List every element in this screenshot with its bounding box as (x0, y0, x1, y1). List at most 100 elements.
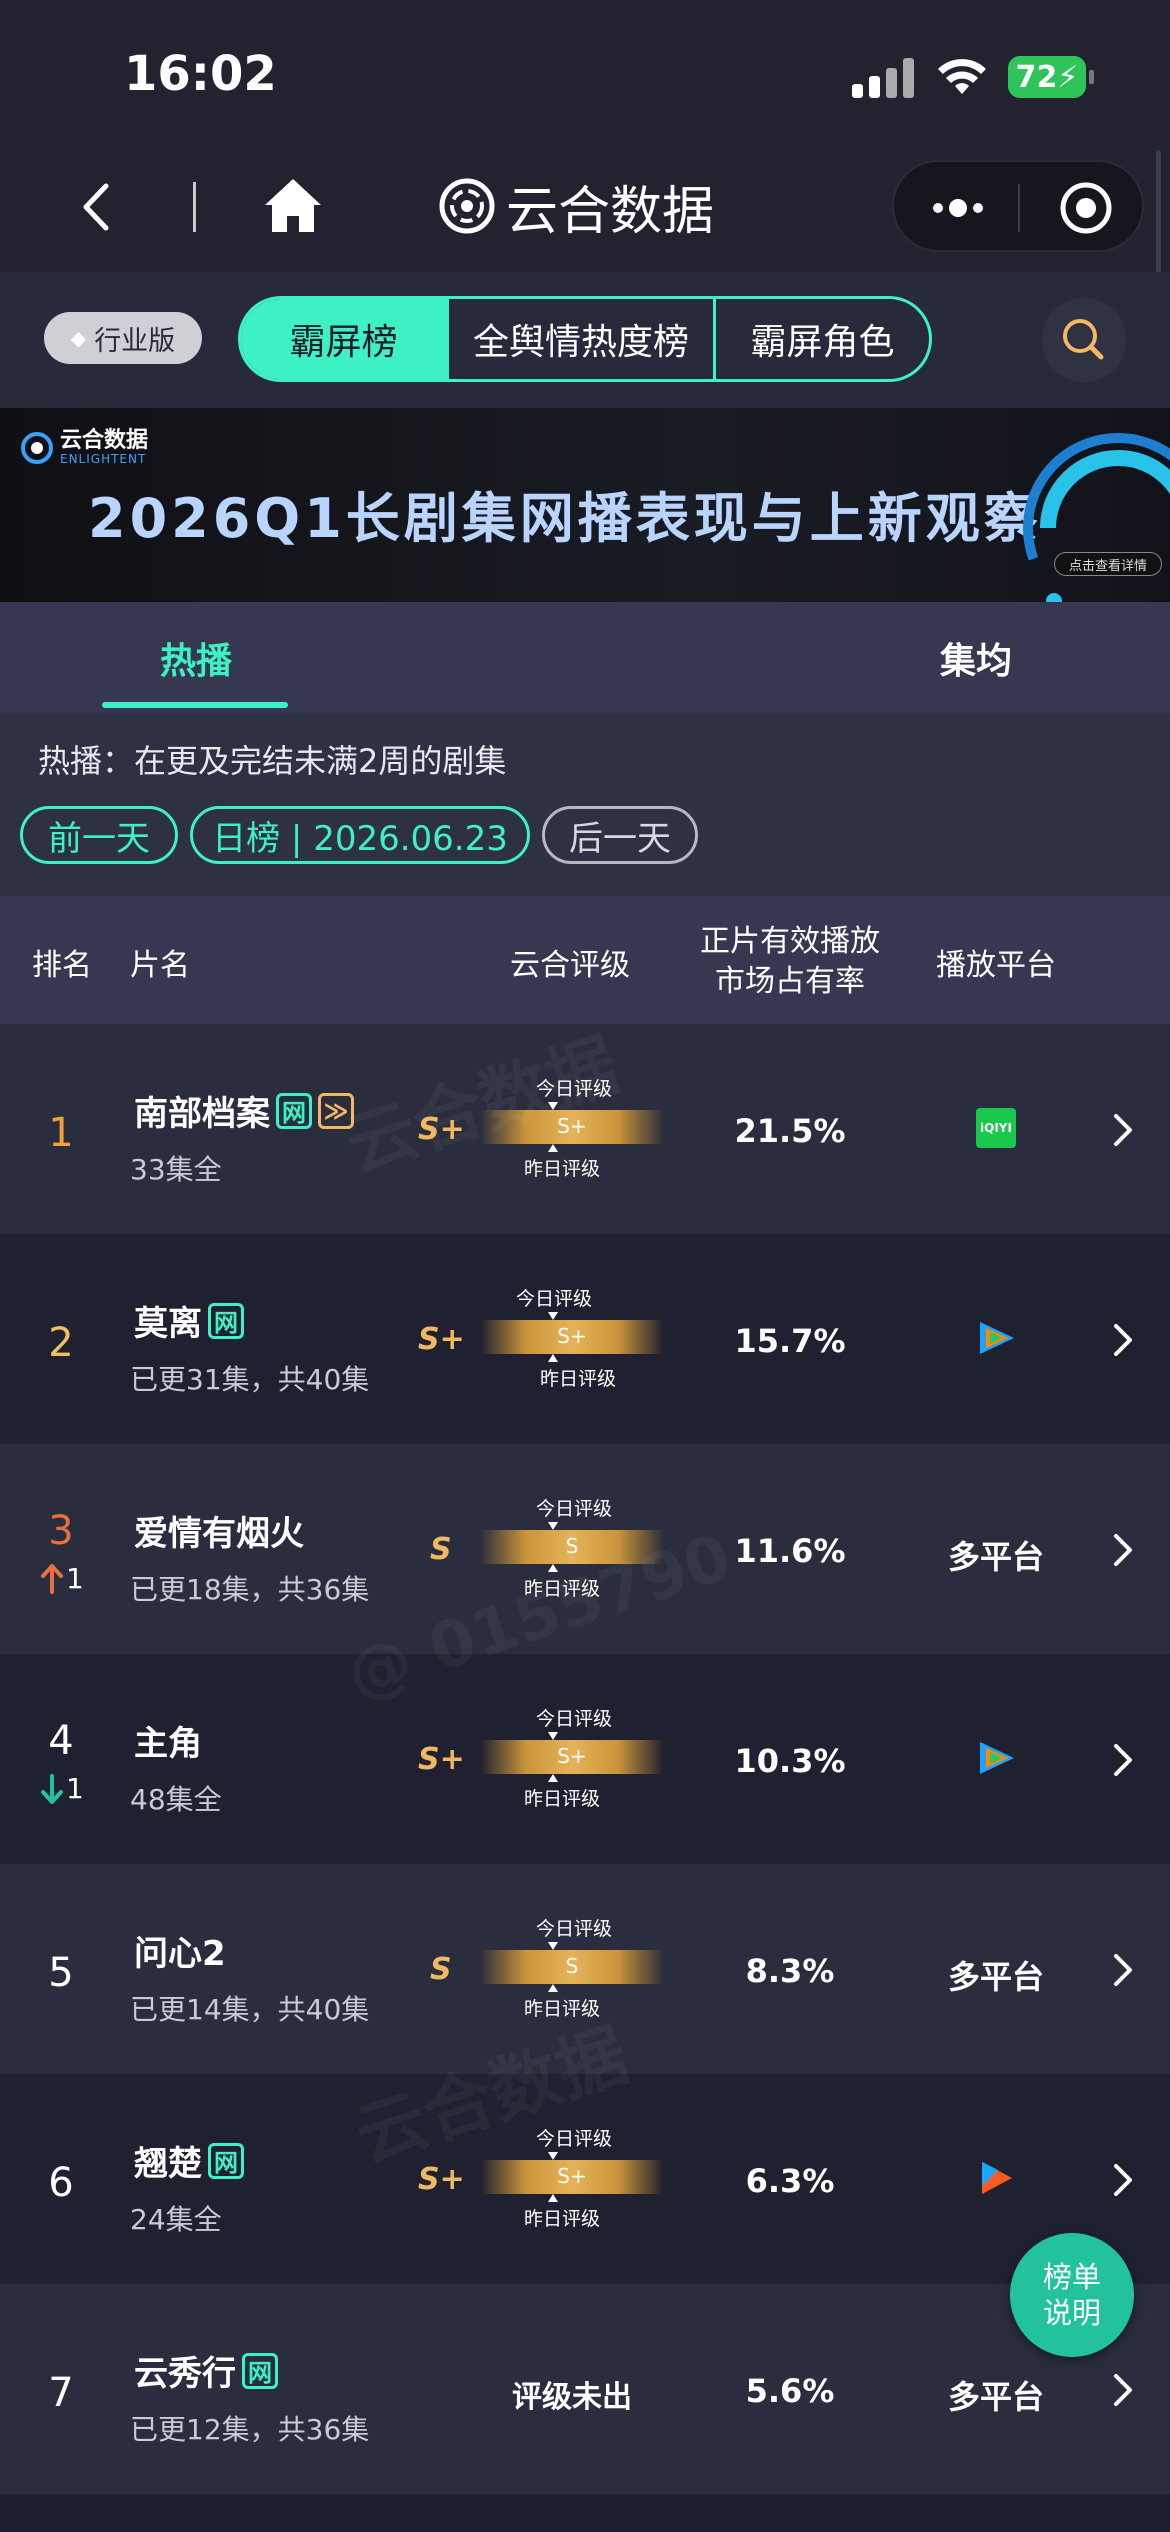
back-icon[interactable] (76, 182, 120, 232)
column-platform: 播放平台 (936, 948, 1056, 983)
episode-info: 已更14集，共40集 (130, 1993, 370, 2026)
nav-bar: 云合数据 (0, 140, 1170, 272)
wifi-icon (938, 59, 986, 94)
web-series-badge: 网 (208, 2142, 244, 2179)
column-share-line1: 正片有效播放 (700, 924, 880, 959)
list-explanation-button[interactable]: 榜单 说明 (1010, 2233, 1134, 2357)
drama-title[interactable]: 翘楚网 (134, 2136, 244, 2185)
platform-multi: 多平台 (947, 2378, 1044, 2416)
gauge-today-label: 今日评级 (536, 1498, 613, 1520)
today-marker (548, 1102, 558, 1110)
gauge-yesterday-label: 昨日评级 (540, 1368, 617, 1390)
drama-title[interactable]: 莫离网 (134, 1296, 244, 1345)
home-icon[interactable] (262, 176, 324, 234)
column-title: 片名 (130, 948, 190, 983)
banner-detail-tag[interactable]: 点击查看详情 (1054, 552, 1162, 576)
episode-info: 已更18集，共36集 (130, 1573, 370, 1606)
gauge-yesterday-label: 昨日评级 (524, 1788, 601, 1810)
column-share: 正片有效播放 市场占有率 (700, 922, 880, 1002)
drama-title-text: 问心2 (134, 1934, 226, 1974)
ranking-tabs-row: ◆ 行业版 霸屏榜 全舆情热度榜 霸屏角色 (0, 272, 1170, 408)
close-target-icon[interactable] (1058, 180, 1114, 236)
episode-info: 48集全 (130, 1783, 222, 1816)
fab-line2: 说明 (1042, 2296, 1101, 2330)
rank-change: 1 (40, 1772, 100, 1805)
row-rank: 2 (48, 1320, 74, 1366)
banner-logo-en: ENLIGHTENT (60, 452, 147, 466)
banner-logo: 云合数据 ENLIGHTENT (20, 430, 148, 466)
drama-title[interactable]: 云秀行网 (134, 2346, 278, 2395)
chevron-right-icon[interactable] (1110, 1742, 1136, 1778)
battery-level: 72 (1015, 59, 1058, 95)
drama-title[interactable]: 问心2 (134, 1926, 226, 1975)
drama-title-text: 云秀行 (134, 2354, 236, 2394)
rank-change: 1 (40, 1562, 100, 1595)
yunhe-grade: S (430, 1952, 452, 1987)
chevron-right-icon[interactable] (1110, 1532, 1136, 1568)
table-row[interactable]: 3 1 爱情有烟火 已更18集，共36集 S 今日评级 S 昨日评级 11.6% 多平… (0, 1444, 1170, 1654)
grade-gauge: 今日评级 S 昨日评级 (480, 1494, 664, 1604)
chevron-right-icon[interactable] (1110, 1322, 1136, 1358)
gauge-today-label: 今日评级 (536, 1708, 613, 1730)
web-series-badge: 网 (276, 1092, 312, 1129)
banner-logo-icon (21, 432, 53, 464)
drama-title-text: 莫离 (134, 1304, 202, 1344)
yesterday-marker (548, 2194, 558, 2202)
chevron-right-icon[interactable] (1110, 1952, 1136, 1988)
yunhe-grade: S+ (418, 1112, 465, 1147)
tab-per-episode[interactable]: 集均 (940, 632, 1012, 684)
table-row[interactable]: 2 莫离网已更31集，共40集 S+ 今日评级 S+ 昨日评级 15.7% (0, 1234, 1170, 1444)
yesterday-marker (548, 1564, 558, 1572)
table-row[interactable]: 1 南部档案网 ≫ 33集全 S+ 今日评级 S+ 昨日评级 21.5% iQIYI (0, 1024, 1170, 1234)
table-row[interactable]: 7 云秀行网已更12集，共36集 评级未出 5.6% 多平台 (0, 2284, 1170, 2494)
table-row[interactable]: 6 翘楚网 24集全 S+ 今日评级 S+ 昨日评级 6.3% (0, 2074, 1170, 2284)
gauge-today-label: 今日评级 (536, 1918, 613, 1940)
chevron-right-icon[interactable] (1110, 2372, 1136, 2408)
search-button[interactable] (1042, 298, 1126, 382)
industry-edition-label: 行业版 (94, 325, 176, 357)
next-day-button[interactable]: 后一天 (542, 806, 698, 864)
tab-sentiment-heat[interactable]: 全舆情热度榜 (449, 299, 716, 379)
row-rank: 4 (48, 1718, 74, 1764)
diamond-icon: ◆ (70, 326, 87, 350)
mini-program-capsule (892, 160, 1144, 252)
gauge-grade: S+ (557, 1114, 587, 1138)
tab-hot[interactable]: 热播 (160, 632, 232, 684)
drama-title-text: 翘楚 (134, 2144, 202, 2184)
banner-title: 2026Q1长剧集网播表现与上新观察 (88, 487, 1042, 550)
tab-bapinbang[interactable]: 霸屏榜 (241, 299, 449, 379)
market-share: 15.7% (734, 1322, 846, 1360)
iqiyi-icon: iQIYI (976, 1108, 1016, 1148)
drama-title[interactable]: 爱情有烟火 (134, 1506, 304, 1555)
status-bar: 16:02 72 ⚡ (0, 0, 1170, 140)
platform-multi: 多平台 (947, 1958, 1044, 1996)
gauge-yesterday-label: 昨日评级 (524, 1578, 601, 1600)
arrow-up-icon (41, 1563, 63, 1594)
episode-info: 33集全 (130, 1153, 222, 1186)
date-selector[interactable]: 日榜 | 2026.06.23 (190, 806, 530, 864)
row-rank: 5 (48, 1950, 74, 1996)
gauge-grade: S+ (557, 1744, 587, 1768)
market-share: 6.3% (745, 2162, 835, 2200)
yunhe-grade: S+ (418, 2162, 465, 2197)
yunhe-grade: S+ (418, 1322, 465, 1357)
row-rank: 6 (48, 2160, 74, 2206)
status-time: 16:02 (124, 46, 277, 102)
market-share: 5.6% (745, 2372, 835, 2410)
drama-title[interactable]: 主角 (134, 1716, 202, 1765)
table-row[interactable]: 5 问心2 已更14集，共40集 S 今日评级 S 昨日评级 8.3% 多平台 (0, 1864, 1170, 2074)
chevron-right-icon[interactable] (1110, 2162, 1136, 2198)
drama-title-text: 南部档案 (134, 1094, 270, 1134)
column-grade: 云合评级 (510, 948, 630, 983)
table-row[interactable]: 4 1 主角 48集全 S+ 今日评级 S+ 昨日评级 10.3% (0, 1654, 1170, 1864)
industry-edition-badge[interactable]: ◆ 行业版 (44, 312, 202, 364)
drama-title[interactable]: 南部档案网 ≫ (134, 1086, 354, 1135)
today-marker (548, 1312, 558, 1320)
prev-day-button[interactable]: 前一天 (20, 806, 178, 864)
tab-dominant-roles[interactable]: 霸屏角色 (716, 299, 929, 379)
promo-banner[interactable]: 云合数据 ENLIGHTENT 2026Q1长剧集网播表现与上新观察 点击查看详… (0, 408, 1170, 602)
grade-gauge: 今日评级 S 昨日评级 (480, 1914, 664, 2024)
more-icon[interactable] (928, 196, 988, 220)
chevron-right-icon[interactable] (1110, 1112, 1136, 1148)
cellular-signal-icon (852, 58, 916, 98)
